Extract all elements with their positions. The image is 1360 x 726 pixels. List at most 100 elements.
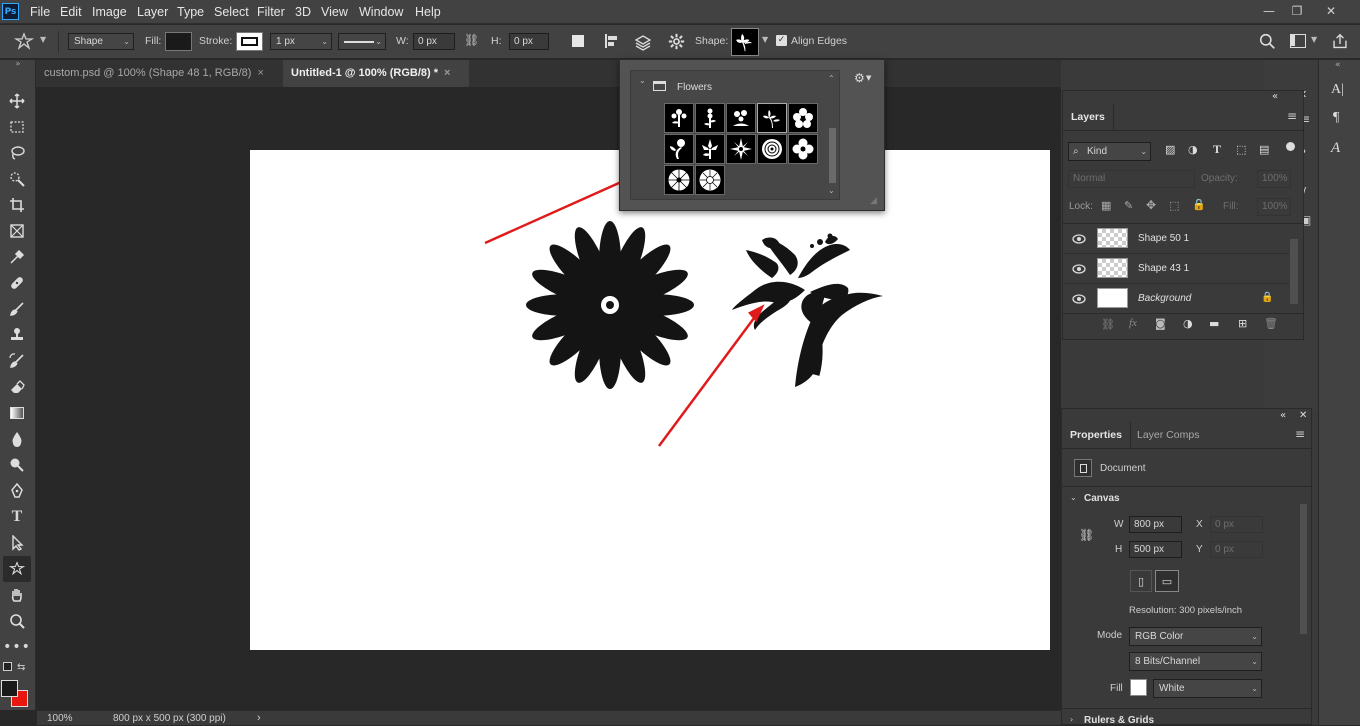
lock-transparent-icon[interactable]: ▦ (1101, 199, 1111, 212)
close-tab-icon[interactable]: × (444, 67, 450, 79)
image-filter-icon[interactable]: ▨ (1165, 143, 1175, 156)
hand-tool-icon[interactable] (6, 584, 28, 606)
tool-mode-dropdown[interactable]: Shape ⌄ (68, 33, 134, 50)
type-tool-icon[interactable]: T (6, 506, 28, 528)
flower-shape-9[interactable] (757, 134, 787, 164)
opacity-input[interactable]: 100% (1257, 170, 1291, 188)
type-filter-icon[interactable]: T (1213, 142, 1221, 157)
move-tool-icon[interactable] (6, 90, 28, 112)
menu-window[interactable]: Window (359, 0, 403, 24)
portrait-orientation-icon[interactable]: ▯ (1130, 570, 1152, 592)
path-operations-icon[interactable] (572, 35, 584, 47)
flower-shape-11[interactable] (664, 165, 694, 195)
flower-shape-6[interactable] (664, 134, 694, 164)
new-layer-icon[interactable]: ⊞ (1238, 317, 1247, 330)
lasso-tool-icon[interactable] (6, 142, 28, 164)
gradient-tool-icon[interactable] (6, 402, 28, 424)
crop-tool-icon[interactable] (6, 194, 28, 216)
more-tools-icon[interactable]: ••• (3, 636, 30, 658)
quick-selection-tool-icon[interactable] (6, 168, 28, 190)
visibility-eye-icon[interactable] (1072, 234, 1086, 244)
align-edges-checkbox[interactable]: ✓ (776, 35, 787, 46)
menu-type[interactable]: Type (177, 0, 204, 24)
minimize-button[interactable]: — (1254, 0, 1284, 22)
height-input[interactable]: 0 px (509, 33, 549, 50)
layer-row[interactable]: Shape 50 1 (1063, 224, 1289, 254)
status-menu-arrow[interactable]: › (257, 711, 261, 725)
character-panel-icon[interactable]: A| (1331, 82, 1344, 98)
chevron-right-icon[interactable]: › (1070, 715, 1073, 724)
healing-brush-tool-icon[interactable] (6, 272, 28, 294)
filter-kind-dropdown[interactable]: ⌕ Kind ⌄ (1068, 142, 1151, 161)
lock-image-icon[interactable]: ✎ (1124, 199, 1133, 212)
canvas-width-input[interactable]: 800 px (1129, 516, 1182, 533)
shape-list-scrollbar[interactable]: ⌃ ⌄ (828, 74, 838, 196)
chevron-down-icon[interactable]: ⌄ (1070, 493, 1077, 502)
clone-stamp-tool-icon[interactable] (6, 324, 28, 346)
adjustment-filter-icon[interactable]: ◑ (1188, 143, 1198, 156)
layer-name[interactable]: Shape 50 1 (1138, 233, 1189, 244)
rulers-grids-section-header[interactable]: Rulers & Grids (1084, 715, 1154, 726)
workspace-icon[interactable] (1290, 34, 1306, 48)
folder-label[interactable]: Flowers (677, 82, 712, 93)
tab-layer-comps[interactable]: Layer Comps (1129, 422, 1207, 448)
menu-view[interactable]: View (321, 0, 348, 24)
menu-help[interactable]: Help (415, 0, 441, 24)
eraser-tool-icon[interactable] (6, 376, 28, 398)
layer-name[interactable]: Background (1138, 293, 1191, 304)
custom-shape-tool-icon[interactable] (3, 556, 31, 582)
menu-select[interactable]: Select (214, 0, 249, 24)
menu-3d[interactable]: 3D (295, 0, 311, 24)
chevron-down-icon[interactable]: ⌄ (639, 76, 646, 85)
chevron-down-icon[interactable]: ▼ (762, 35, 768, 44)
layer-row[interactable]: Background 🔒 (1063, 284, 1289, 314)
color-mode-dropdown[interactable]: RGB Color ⌄ (1129, 627, 1262, 646)
restore-button[interactable]: ❐ (1282, 0, 1312, 22)
flower-shape-7[interactable] (695, 134, 725, 164)
eyedropper-tool-icon[interactable] (6, 246, 28, 268)
layers-scrollbar[interactable] (1290, 239, 1298, 304)
link-icon[interactable]: ⛓ (1079, 528, 1094, 542)
flower-shape-1[interactable] (664, 103, 694, 133)
menu-image[interactable]: Image (92, 0, 127, 24)
visibility-eye-icon[interactable] (1072, 294, 1086, 304)
panel-menu-icon[interactable]: ≡ (1295, 427, 1305, 441)
collapse-panel-icon[interactable]: « (1335, 60, 1341, 70)
flower-shape-4-selected[interactable] (757, 103, 787, 133)
fill-input[interactable]: 100% (1257, 198, 1291, 216)
flower-shape-5[interactable] (788, 103, 818, 133)
tab-untitled-1[interactable]: Untitled-1 @ 100% (RGB/8) * × (283, 60, 469, 87)
swap-colors-icon[interactable]: ⇆ (17, 662, 25, 673)
shape-filter-icon[interactable]: ⬚ (1236, 143, 1246, 156)
pen-tool-icon[interactable] (6, 480, 28, 502)
lock-all-icon[interactable]: 🔒 (1192, 198, 1206, 211)
path-selection-tool-icon[interactable] (6, 532, 28, 554)
bit-depth-dropdown[interactable]: 8 Bits/Channel ⌄ (1129, 652, 1262, 671)
stroke-swatch[interactable] (236, 32, 263, 51)
new-group-icon[interactable]: ▬ (1209, 317, 1219, 330)
path-arrangement-icon[interactable] (633, 32, 653, 52)
document-canvas[interactable] (250, 150, 1050, 650)
panel-menu-icon[interactable]: ≡ (1287, 109, 1297, 123)
collapse-panel-icon[interactable]: « (1280, 410, 1286, 421)
flower-shape-2[interactable] (695, 103, 725, 133)
menu-layer[interactable]: Layer (137, 0, 168, 24)
link-layers-icon[interactable]: ⛓ (1101, 318, 1115, 331)
smart-object-filter-icon[interactable]: ▤ (1259, 143, 1269, 156)
close-tab-icon[interactable]: × (257, 67, 263, 79)
stroke-width-dropdown[interactable]: 1 px ⌄ (270, 33, 332, 50)
menu-filter[interactable]: Filter (257, 0, 285, 24)
visibility-eye-icon[interactable] (1072, 264, 1086, 274)
marquee-tool-icon[interactable] (6, 116, 28, 138)
canvas-fill-swatch[interactable] (1130, 679, 1147, 696)
custom-shape-tool-preset-icon[interactable] (13, 32, 36, 52)
menu-edit[interactable]: Edit (60, 0, 82, 24)
zoom-level[interactable]: 100% (47, 712, 73, 726)
shape-picker-button[interactable] (731, 28, 759, 56)
glyphs-panel-icon[interactable]: A (1331, 140, 1340, 157)
blur-tool-icon[interactable] (6, 428, 28, 450)
flower-shape-10[interactable] (788, 134, 818, 164)
blend-mode-dropdown[interactable]: Normal (1068, 170, 1195, 188)
foreground-color-swatch[interactable] (1, 680, 18, 697)
tab-layers[interactable]: Layers (1063, 104, 1114, 130)
